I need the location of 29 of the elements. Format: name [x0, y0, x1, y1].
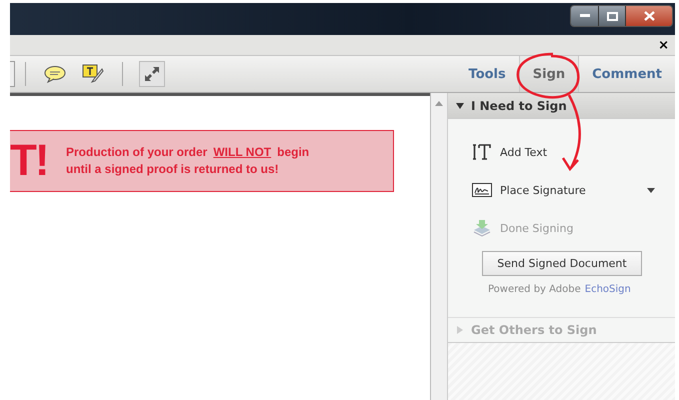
minimize-button[interactable]	[571, 6, 598, 26]
text-edit-icon[interactable]	[80, 62, 106, 86]
close-document-button[interactable]: ×	[658, 38, 669, 52]
tool-label: Place Signature	[500, 184, 586, 196]
close-button[interactable]	[625, 6, 672, 26]
text-cursor-icon	[472, 143, 492, 161]
section-header[interactable]: I Need to Sign	[448, 93, 675, 119]
maximize-button[interactable]	[598, 6, 625, 26]
minimize-icon	[580, 14, 590, 18]
banner-mark: T!	[10, 136, 49, 186]
signature-icon	[472, 183, 492, 197]
expand-triangle-icon	[456, 326, 464, 334]
collapse-triangle-icon	[456, 102, 464, 110]
powered-by-text: Powered by Adobe	[488, 284, 581, 295]
stack-download-icon	[472, 219, 492, 237]
tool-label: Done Signing	[500, 222, 574, 234]
toolbar-tab[interactable]: Tools	[456, 56, 519, 92]
dropdown-caret-icon[interactable]	[647, 188, 655, 192]
send-signed-document-button[interactable]: Send Signed Document	[482, 251, 642, 276]
banner-message: Production of your order WILL NOT begin until a signed proof is returned to us!	[66, 144, 310, 178]
toolbar-tab[interactable]: Comment	[579, 56, 675, 92]
tool-label: Add Text	[500, 146, 548, 158]
close-icon	[644, 11, 654, 21]
echosign-link[interactable]: EchoSign	[584, 284, 631, 295]
maximize-icon	[606, 12, 618, 20]
comment-bubble-icon[interactable]	[42, 63, 68, 85]
sign-tool-item[interactable]: Add Text	[472, 133, 675, 171]
expand-icon[interactable]	[139, 61, 165, 87]
sign-tool-item[interactable]: Place Signature	[472, 171, 675, 209]
